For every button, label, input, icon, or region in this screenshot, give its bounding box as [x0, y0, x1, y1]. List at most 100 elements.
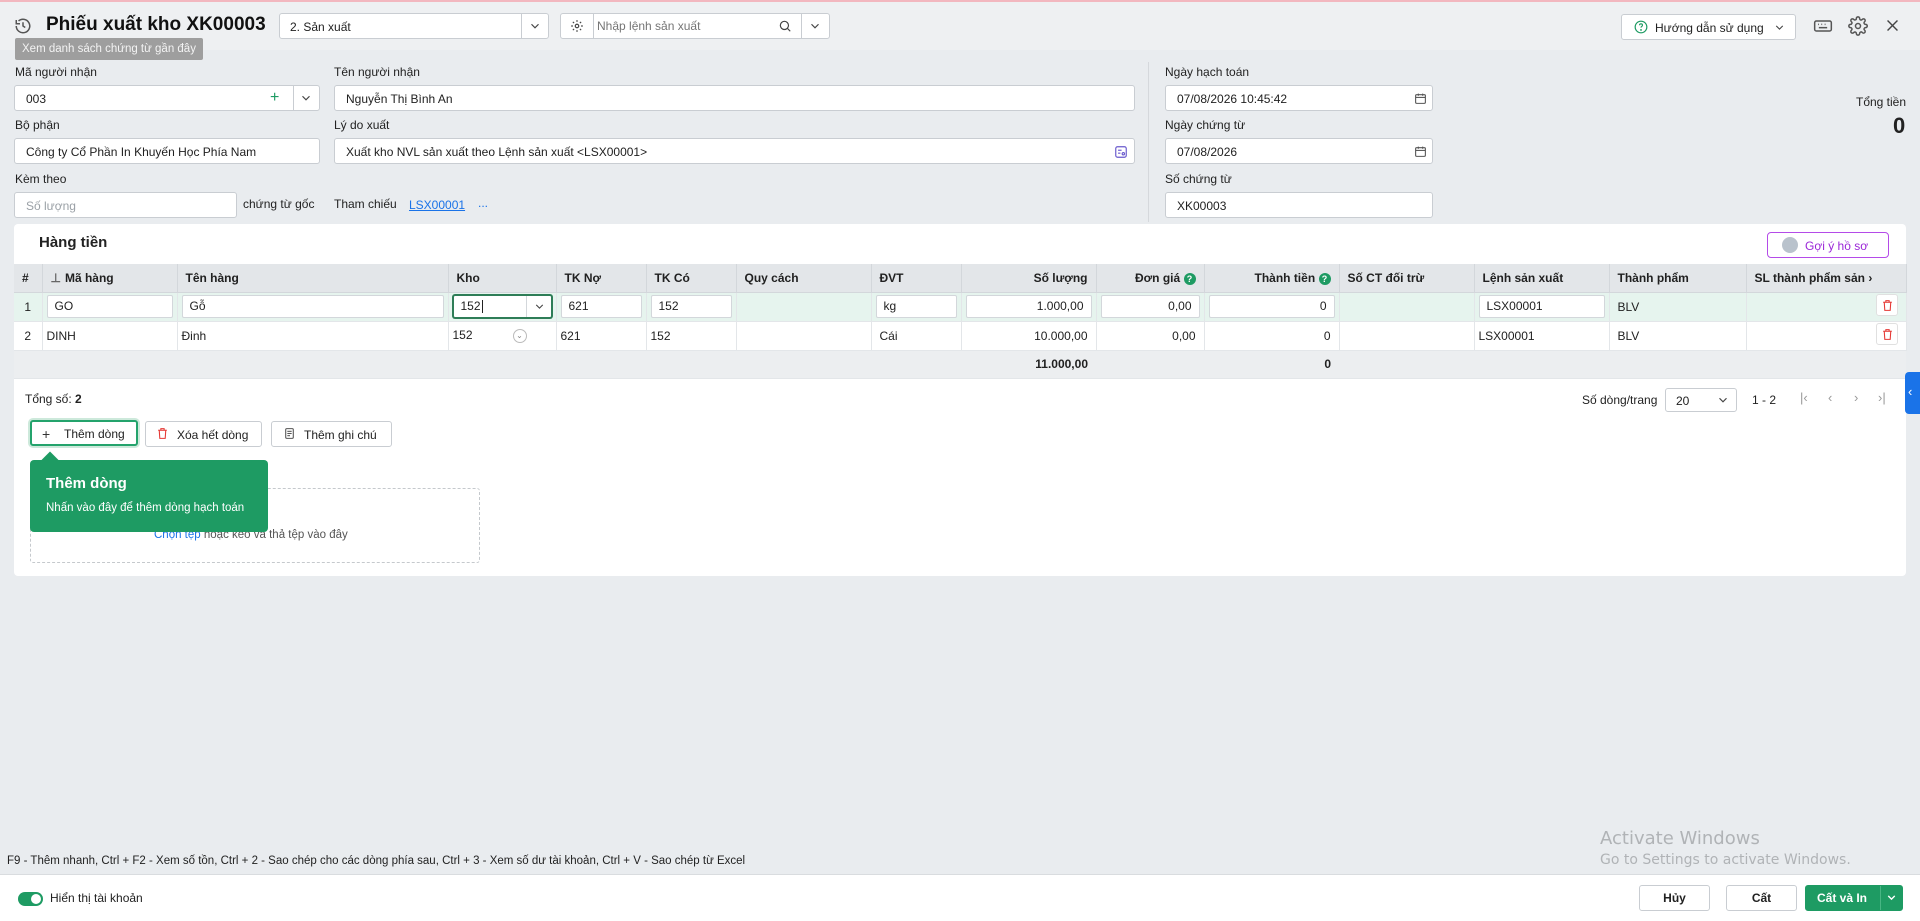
posting-date-field[interactable]: 07/08/2026 10:45:42	[1165, 85, 1433, 111]
row-warehouse-cell[interactable]: 152 ⌄	[448, 321, 557, 351]
row-name-cell[interactable]: Đinh	[177, 321, 449, 351]
col-header-spec[interactable]: Quy cách	[736, 264, 872, 293]
row-price-input[interactable]: 0,00	[1100, 295, 1200, 318]
col-header-amount[interactable]: Thành tiền ?	[1204, 264, 1340, 293]
row-debit-input[interactable]: 621	[560, 295, 642, 318]
table-row[interactable]: 1 GO Gỗ 152 621 152 kg 1.000,00 0,00 0 L…	[14, 292, 1907, 322]
col-header-offset-doc[interactable]: Số CT đối trừ	[1339, 264, 1475, 293]
row-unit-cell[interactable]: Cái	[871, 321, 962, 351]
page-size-select[interactable]: 20	[1665, 388, 1737, 412]
recipient-name-field[interactable]: Nguyễn Thị Bình An	[334, 85, 1135, 111]
row-code-input[interactable]: GO	[46, 295, 173, 318]
row-unit-cell[interactable]: kg	[871, 292, 962, 322]
row-order-input[interactable]: LSX00001	[1478, 295, 1605, 318]
show-account-toggle[interactable]	[18, 892, 43, 906]
chevron-down-icon[interactable]	[528, 19, 542, 33]
delete-all-rows-button[interactable]: Xóa hết dòng	[145, 421, 262, 447]
reference-link[interactable]: LSX00001	[409, 198, 465, 212]
col-header-price[interactable]: Đơn giá ?	[1096, 264, 1205, 293]
history-icon[interactable]	[14, 17, 32, 35]
col-header-product[interactable]: Thành phẩm	[1609, 264, 1747, 293]
close-icon[interactable]	[1884, 17, 1901, 34]
recipient-code-field[interactable]: 003 +	[14, 85, 320, 111]
delete-row-button[interactable]	[1875, 294, 1898, 316]
col-header-warehouse[interactable]: Kho	[448, 264, 557, 293]
row-price-cell[interactable]: 0,00	[1096, 321, 1205, 351]
row-name-cell[interactable]: Gỗ	[177, 292, 449, 322]
row-credit-cell[interactable]: 152	[646, 292, 737, 322]
search-icon[interactable]	[778, 19, 792, 33]
first-page-icon[interactable]: |‹	[1800, 390, 1808, 405]
add-icon[interactable]: +	[270, 89, 279, 107]
production-order-search[interactable]	[560, 13, 830, 39]
production-order-input[interactable]	[597, 17, 767, 35]
department-field[interactable]: Công ty Cổ Phần In Khuyến Học Phía Nam	[14, 138, 320, 164]
calendar-icon[interactable]	[1414, 92, 1427, 105]
row-debit-cell[interactable]: 621	[556, 292, 647, 322]
chevron-down-icon[interactable]	[808, 19, 822, 33]
col-header-credit[interactable]: TK Có	[646, 264, 737, 293]
row-credit-cell[interactable]: 152	[646, 321, 737, 351]
row-offset-doc-cell[interactable]	[1339, 321, 1475, 351]
row-debit-cell[interactable]: 621	[556, 321, 647, 351]
row-amount-input[interactable]: 0	[1208, 295, 1335, 318]
row-amount-cell[interactable]: 0	[1204, 321, 1340, 351]
cancel-button[interactable]: Hủy	[1639, 885, 1710, 911]
row-code-cell[interactable]: GO	[42, 292, 178, 322]
row-order-cell[interactable]: LSX00001	[1474, 321, 1610, 351]
side-panel-toggle[interactable]: ‹	[1905, 372, 1920, 414]
pin-icon[interactable]: ⊥	[51, 271, 61, 285]
user-guide-button[interactable]: Hướng dẫn sử dụng	[1621, 14, 1796, 40]
row-warehouse-cell[interactable]: 152	[448, 292, 557, 322]
row-amount-cell[interactable]: 0	[1204, 292, 1340, 322]
attach-quantity-field[interactable]: Số lượng	[14, 192, 237, 218]
template-icon[interactable]	[1114, 145, 1128, 159]
col-header-product-qty[interactable]: SL thành phẩm sản ›	[1746, 264, 1907, 293]
col-header-unit[interactable]: ĐVT	[871, 264, 962, 293]
reference-more-button[interactable]: ...	[478, 196, 488, 210]
chevron-down-icon[interactable]	[1885, 891, 1898, 904]
prev-page-icon[interactable]: ‹	[1828, 390, 1832, 405]
row-spec-cell[interactable]	[736, 292, 872, 322]
gear-icon[interactable]	[570, 19, 584, 33]
suggest-profile-button[interactable]: Gợi ý hồ sơ	[1767, 232, 1889, 258]
chevron-down-icon[interactable]	[299, 91, 313, 105]
col-header-qty[interactable]: Số lượng	[961, 264, 1097, 293]
doc-date-field[interactable]: 07/08/2026	[1165, 138, 1433, 164]
add-note-button[interactable]: Thêm ghi chú	[271, 421, 392, 447]
chevron-right-icon[interactable]: ›	[1868, 271, 1872, 285]
expand-down-icon[interactable]: ⌄	[512, 328, 527, 343]
calendar-icon[interactable]	[1414, 145, 1427, 158]
row-product-cell[interactable]: BLV	[1609, 292, 1747, 322]
row-qty-cell[interactable]: 1.000,00	[961, 292, 1097, 322]
col-header-code[interactable]: ⊥ Mã hàng	[42, 264, 178, 293]
reason-field[interactable]: Xuất kho NVL sản xuất theo Lệnh sản xuất…	[334, 138, 1135, 164]
last-page-icon[interactable]: ›|	[1878, 390, 1886, 405]
delete-row-button[interactable]	[1875, 323, 1898, 345]
row-code-cell[interactable]: DINH	[42, 321, 178, 351]
help-circle-icon[interactable]: ?	[1318, 272, 1331, 285]
row-product-cell[interactable]: BLV	[1609, 321, 1747, 351]
settings-icon[interactable]	[1848, 16, 1868, 36]
help-circle-icon[interactable]: ?	[1183, 272, 1196, 285]
row-name-input[interactable]: Gỗ	[181, 295, 444, 318]
row-warehouse-select[interactable]: 152	[452, 295, 552, 318]
add-row-button[interactable]: + Thêm dòng	[30, 420, 138, 446]
row-qty-cell[interactable]: 10.000,00	[961, 321, 1097, 351]
col-header-debit[interactable]: TK Nợ	[556, 264, 647, 293]
row-credit-input[interactable]: 152	[650, 295, 732, 318]
keyboard-icon[interactable]	[1813, 16, 1833, 36]
row-spec-cell[interactable]	[736, 321, 872, 351]
voucher-type-select[interactable]: 2. Sản xuất	[279, 13, 549, 39]
doc-number-field[interactable]: XK00003	[1165, 192, 1433, 218]
save-button[interactable]: Cất	[1726, 885, 1797, 911]
save-print-button[interactable]: Cất và In	[1805, 885, 1903, 911]
next-page-icon[interactable]: ›	[1854, 390, 1858, 405]
row-unit-input[interactable]: kg	[875, 295, 957, 318]
table-row[interactable]: 2 DINH Đinh 152 ⌄ 621 152 Cái 10.000,00 0…	[14, 321, 1907, 351]
row-price-cell[interactable]: 0,00	[1096, 292, 1205, 322]
col-header-name[interactable]: Tên hàng	[177, 264, 449, 293]
chevron-down-icon[interactable]	[533, 300, 546, 313]
row-offset-doc-cell[interactable]	[1339, 292, 1475, 322]
row-order-cell[interactable]: LSX00001	[1474, 292, 1610, 322]
